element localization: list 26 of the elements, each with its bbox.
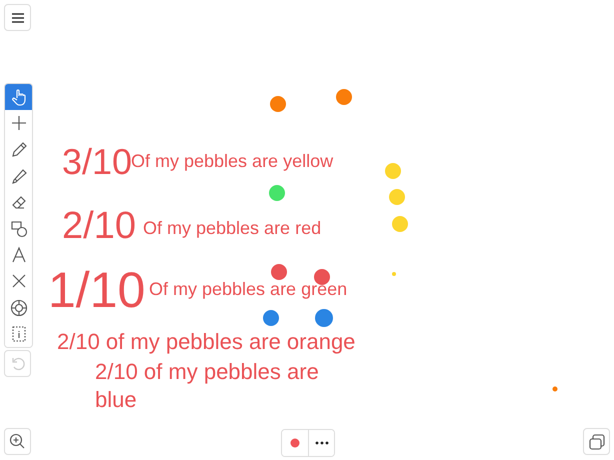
stacked-windows-icon	[588, 432, 606, 450]
dashed-box-icon	[10, 324, 28, 343]
more-button[interactable]	[308, 430, 334, 456]
hand-icon	[10, 88, 28, 106]
fraction-text: 3/10	[62, 144, 132, 180]
fraction-text: 1/10	[48, 265, 146, 315]
handwritten-text: 2/10 of my pebbles are orange	[57, 328, 356, 356]
handwritten-text: Of my pebbles are yellow	[131, 152, 334, 170]
zoom-in-icon	[8, 432, 26, 450]
zoom-button[interactable]	[4, 428, 31, 455]
shapes-icon	[10, 220, 28, 238]
handwritten-text: Of my pebbles are green	[149, 280, 348, 298]
menu-button[interactable]	[4, 4, 31, 31]
fraction-text: 2/10	[62, 207, 136, 245]
hand-tool-button[interactable]	[5, 84, 32, 110]
handwritten-text: 2/10 of my pebbles are blue	[95, 358, 320, 414]
undo-icon	[10, 356, 26, 372]
marker-icon	[10, 167, 28, 186]
menu-icon	[10, 12, 24, 24]
handwritten-text: Of my pebbles are red	[143, 219, 322, 237]
pencil-icon	[10, 140, 28, 159]
crosshair-icon	[10, 298, 28, 317]
pages-button[interactable]	[583, 428, 610, 455]
plus-icon	[10, 114, 28, 132]
letter-icon	[10, 246, 28, 264]
more-icon	[314, 441, 328, 445]
